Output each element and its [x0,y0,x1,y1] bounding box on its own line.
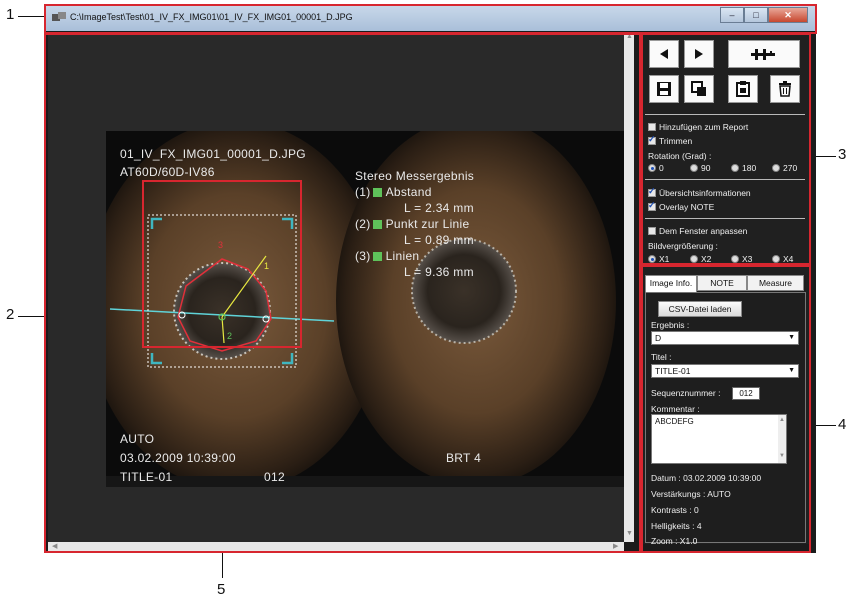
callout-box-2 [44,33,641,553]
callout-5: 5 [217,581,226,598]
callout-box-1 [44,4,817,34]
callout-box-4 [641,265,811,553]
callout-box-5 [142,180,302,348]
callout-2-line [18,316,44,317]
callout-box-3 [641,33,811,265]
callout-1-line [18,16,44,17]
callout-1: 1 [6,6,15,23]
callout-4: 4 [838,416,847,433]
callout-3: 3 [838,146,847,163]
callout-2: 2 [6,306,15,323]
